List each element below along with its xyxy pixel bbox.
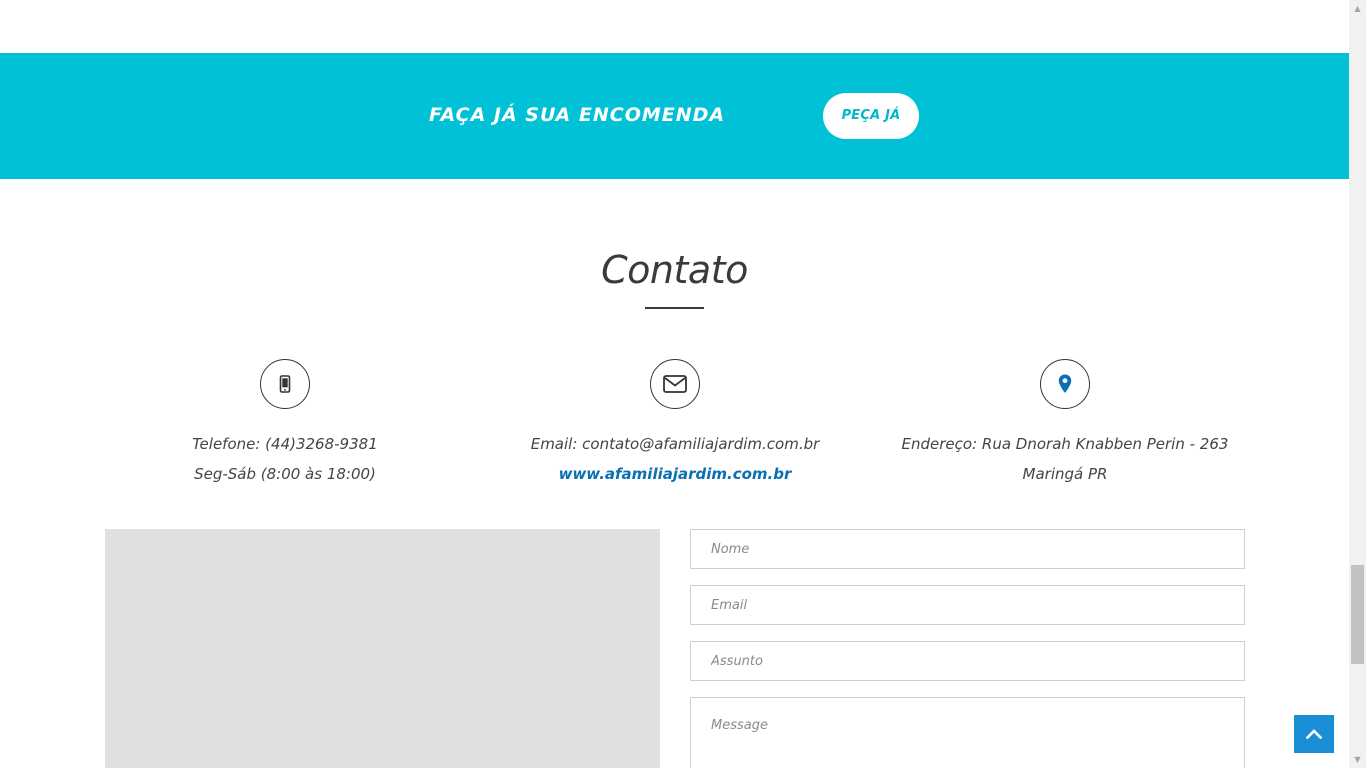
title-underline — [645, 307, 704, 309]
order-now-button[interactable]: PEÇA JÁ — [823, 93, 919, 139]
phone-number: Telefone: (44)3268-9381 — [192, 435, 378, 453]
chevron-up-icon — [1306, 729, 1322, 739]
name-input[interactable] — [690, 529, 1245, 569]
address-icon-circle — [1040, 359, 1090, 409]
back-to-top-button[interactable] — [1294, 715, 1334, 753]
map-pin-icon — [1058, 374, 1072, 393]
banner-title: FAÇA JÁ SUA ENCOMENDA — [429, 104, 726, 126]
page: FAÇA JÁ SUA ENCOMENDA PEÇA JÁ Contato Te… — [0, 0, 1349, 768]
phone-icon-circle — [260, 359, 310, 409]
scrollbar-thumb[interactable] — [1351, 565, 1364, 664]
website-link[interactable]: www.afamiliajardim.com.br — [455, 464, 895, 484]
subject-input[interactable] — [690, 641, 1245, 681]
scroll-up-arrow-icon[interactable]: ▲ — [1349, 0, 1366, 17]
vertical-scrollbar[interactable]: ▲ ▼ — [1349, 0, 1366, 768]
email-input[interactable] — [690, 585, 1245, 625]
section-title: Contato — [601, 248, 748, 292]
email-address: Email: contato@afamiliajardim.com.br — [530, 435, 820, 453]
message-textarea[interactable] — [690, 697, 1245, 768]
scroll-down-arrow-icon[interactable]: ▼ — [1349, 751, 1366, 768]
envelope-icon — [663, 375, 687, 393]
opening-hours: Seg-Sáb (8:00 às 18:00) — [194, 465, 376, 483]
email-icon-circle — [650, 359, 700, 409]
address-city: Maringá PR — [1022, 465, 1108, 483]
location-map[interactable] — [105, 529, 660, 768]
mobile-phone-icon — [279, 375, 291, 393]
address-street: Endereço: Rua Dnorah Knabben Perin - 263 — [901, 435, 1229, 453]
